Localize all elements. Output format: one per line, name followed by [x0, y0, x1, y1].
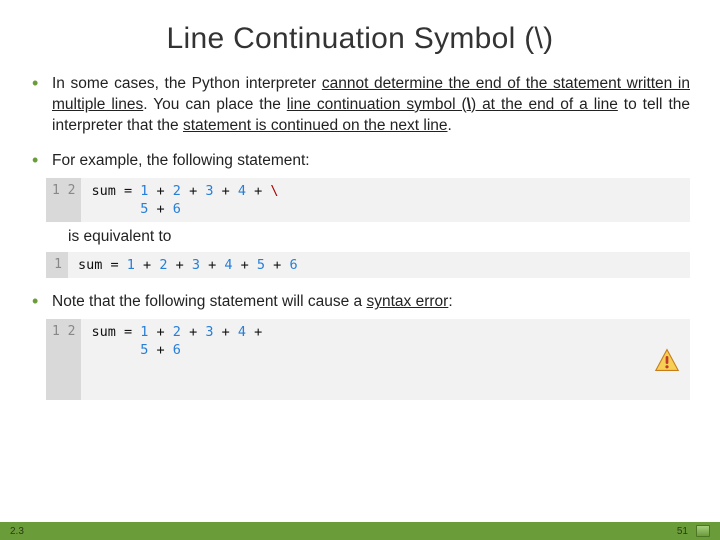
- code-token: +: [213, 183, 237, 199]
- code-block-1: 1 2 sum = 1 + 2 + 3 + 4 + \ 5 + 6: [46, 178, 690, 222]
- code-content: sum = 1 + 2 + 3 + 4 + 5 + 6: [68, 252, 690, 278]
- code-token: 1: [127, 257, 135, 273]
- code-token: +: [148, 324, 172, 340]
- code-token: +: [213, 324, 237, 340]
- text-fragment: ) at the end of a line: [471, 96, 618, 113]
- text-fragment: :: [448, 293, 452, 310]
- version-label: 2.3: [10, 526, 24, 537]
- code-gutter: 1 2: [46, 319, 81, 400]
- code-token: 6: [289, 257, 297, 273]
- code-content: sum = 1 + 2 + 3 + 4 + 5 + 6: [81, 319, 690, 400]
- slide: Line Continuation Symbol (\) In some cas…: [0, 0, 720, 540]
- code-token: +: [246, 324, 262, 340]
- bullet-list: In some cases, the Python interpreter ca…: [30, 74, 690, 400]
- footer-bar: 2.3 51: [0, 522, 720, 540]
- text-fragment: .: [448, 117, 452, 134]
- text-fragment: . You can place the: [143, 96, 287, 113]
- bullet-2-text: For example, the following statement:: [52, 151, 690, 172]
- code-token: +: [181, 324, 205, 340]
- slide-body: In some cases, the Python interpreter ca…: [0, 74, 720, 400]
- text-fragment: Note that the following statement will c…: [52, 293, 366, 310]
- code-gutter: 1 2: [46, 178, 81, 222]
- code-token: 6: [173, 201, 181, 217]
- code-token: sum =: [91, 183, 140, 199]
- code-token: +: [148, 183, 172, 199]
- code-token: +: [167, 257, 191, 273]
- code-token: +: [265, 257, 289, 273]
- code-token: 4: [238, 324, 246, 340]
- code-gutter: 1: [46, 252, 68, 278]
- underline-fragment: line continuation symbol (\) at the end …: [287, 96, 618, 113]
- bullet-3-text: Note that the following statement will c…: [52, 292, 690, 313]
- code-token: +: [181, 183, 205, 199]
- code-content: sum = 1 + 2 + 3 + 4 + \ 5 + 6: [81, 178, 690, 222]
- text-fragment: In some cases, the Python interpreter: [52, 75, 322, 92]
- underline-fragment: statement is continued on the next line: [183, 117, 448, 134]
- code-token: +: [148, 342, 172, 358]
- code-token: 4: [238, 183, 246, 199]
- underline-fragment: syntax error: [366, 293, 448, 310]
- code-token: 4: [224, 257, 232, 273]
- bullet-2: For example, the following statement: 1 …: [30, 151, 690, 279]
- page-number: 51: [677, 526, 688, 537]
- code-block-2: 1 sum = 1 + 2 + 3 + 4 + 5 + 6: [46, 252, 690, 278]
- bullet-1-text: In some cases, the Python interpreter ca…: [52, 74, 690, 137]
- code-token: +: [148, 201, 172, 217]
- footer-right: 51: [677, 525, 710, 537]
- code-token: \: [270, 183, 278, 199]
- footer-logo-icon: [696, 525, 710, 537]
- code-block-3: 1 2 sum = 1 + 2 + 3 + 4 + 5 + 6: [46, 319, 690, 400]
- code-token: 3: [192, 257, 200, 273]
- code-token: 5: [257, 257, 265, 273]
- code-token: [91, 342, 140, 358]
- warning-icon: [654, 348, 680, 372]
- code-token: +: [246, 183, 270, 199]
- code-token: +: [200, 257, 224, 273]
- code-token: +: [233, 257, 257, 273]
- code-token: sum =: [91, 324, 140, 340]
- slide-title: Line Continuation Symbol (\): [0, 0, 720, 74]
- bullet-3: Note that the following statement will c…: [30, 292, 690, 400]
- equivalent-text: is equivalent to: [68, 228, 690, 246]
- code-token: 6: [173, 342, 181, 358]
- code-token: 2: [173, 183, 181, 199]
- code-token: [91, 201, 140, 217]
- code-token: 2: [173, 324, 181, 340]
- code-token: sum =: [78, 257, 127, 273]
- bullet-1: In some cases, the Python interpreter ca…: [30, 74, 690, 137]
- text-fragment: line continuation symbol (: [287, 96, 467, 113]
- code-token: +: [135, 257, 159, 273]
